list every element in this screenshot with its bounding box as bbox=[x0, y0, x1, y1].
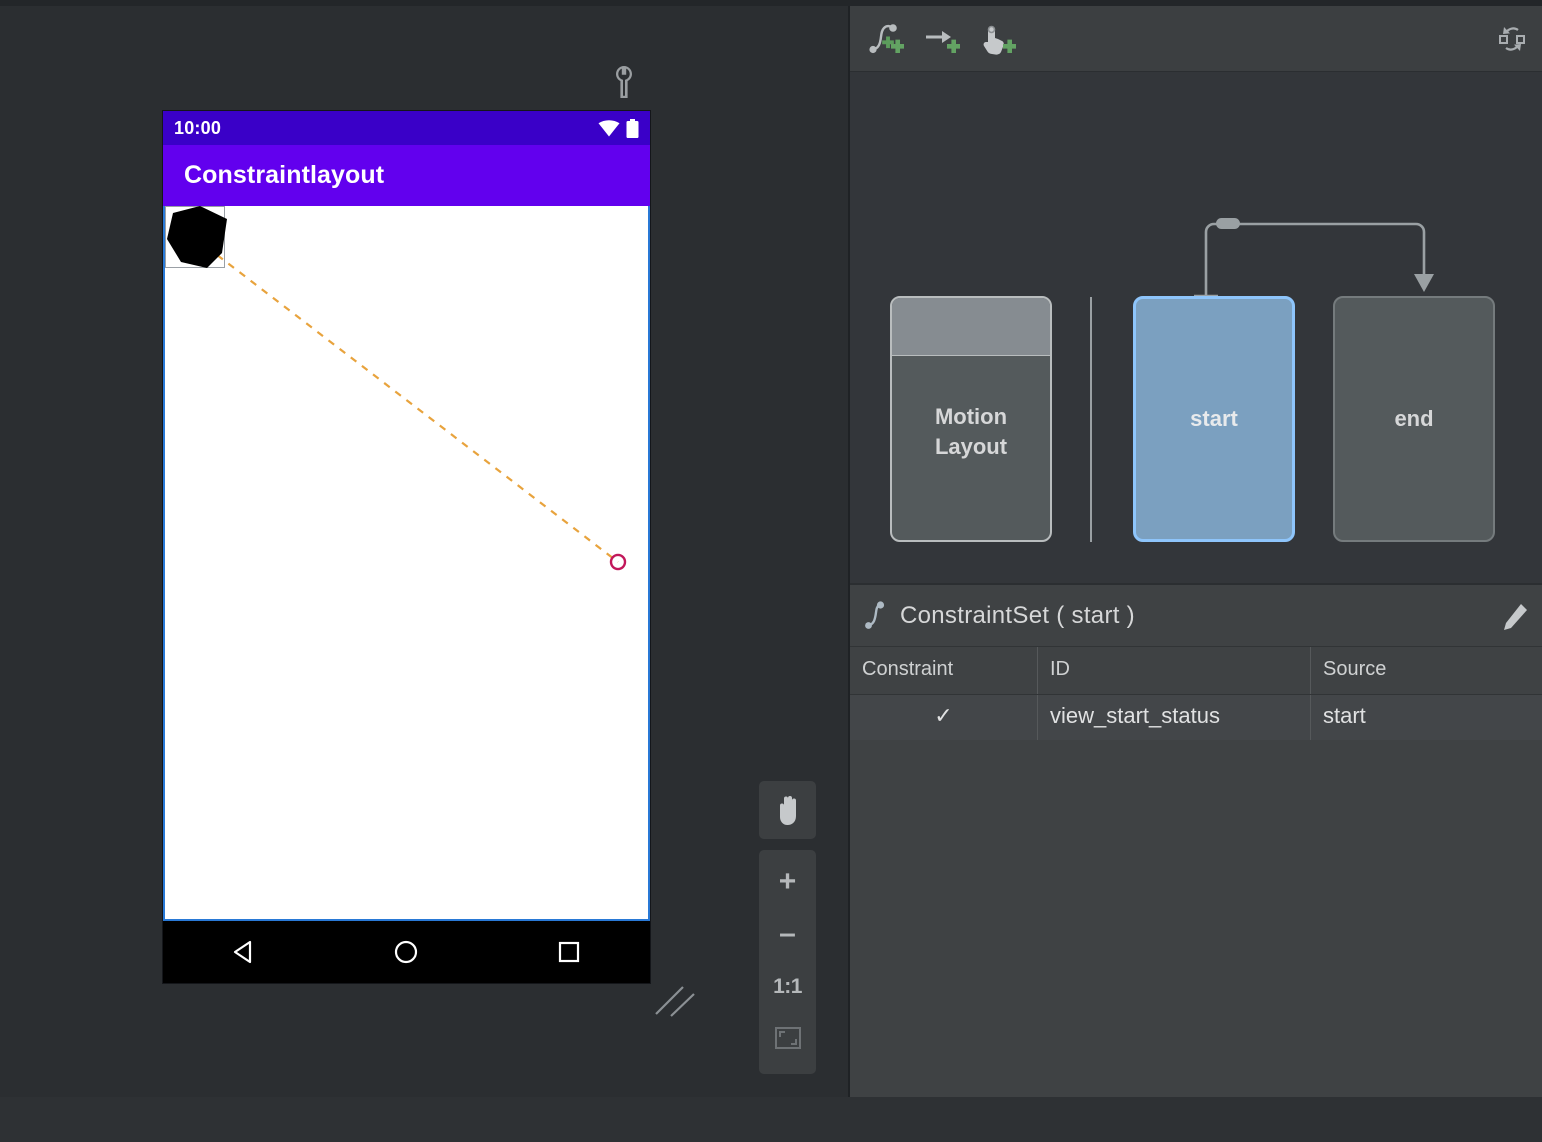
constraintset-panel: ConstraintSet ( start ) Constraint ID So… bbox=[850, 585, 1542, 1097]
cell-id[interactable]: view_start_status bbox=[1037, 694, 1311, 740]
battery-icon bbox=[626, 118, 639, 138]
cycle-icon[interactable] bbox=[1496, 24, 1528, 54]
overview-card-motionlayout[interactable]: Motion Layout bbox=[890, 296, 1052, 542]
motion-overview[interactable]: Motion Layout start end bbox=[850, 72, 1542, 584]
wifi-icon bbox=[598, 119, 620, 136]
actual-size-button[interactable]: 1:1 bbox=[759, 960, 816, 1012]
create-click-handler-icon[interactable] bbox=[980, 22, 1016, 56]
motion-path bbox=[187, 230, 627, 571]
app-bar-title: Constraintlayout bbox=[184, 161, 385, 189]
back-icon[interactable] bbox=[230, 938, 258, 966]
device-nav-bar bbox=[163, 921, 650, 983]
status-bar-icons bbox=[598, 118, 639, 138]
motionlayout-card-label: Motion Layout bbox=[935, 402, 1007, 461]
create-transition-icon[interactable] bbox=[924, 22, 960, 56]
home-icon[interactable] bbox=[392, 938, 420, 966]
zoom-to-fit-button[interactable] bbox=[759, 1012, 816, 1064]
status-bar-time: 10:00 bbox=[174, 117, 222, 138]
overview-card-end[interactable]: end bbox=[1333, 296, 1495, 542]
zoom-in-button[interactable]: + bbox=[759, 856, 816, 908]
transition-handle bbox=[1216, 218, 1240, 229]
design-surface[interactable]: 10:00 Constraintlayout + – 1:1 bbox=[0, 6, 848, 1097]
column-header-source[interactable]: Source bbox=[1310, 647, 1542, 695]
layout-canvas[interactable] bbox=[163, 206, 650, 921]
cell-source[interactable]: start bbox=[1310, 694, 1542, 740]
column-header-id[interactable]: ID bbox=[1037, 647, 1311, 695]
motion-editor-toolbar[interactable] bbox=[850, 6, 1542, 72]
constraintset-table: Constraint ID Source ✓ view_start_status… bbox=[850, 647, 1542, 740]
create-constraintset-icon[interactable] bbox=[868, 22, 904, 56]
overview-separator bbox=[1090, 297, 1092, 542]
pan-tool-button[interactable] bbox=[759, 781, 816, 839]
device-status-bar: 10:00 bbox=[163, 111, 650, 145]
motionlayout-card-header bbox=[892, 298, 1050, 356]
device-preview[interactable]: 10:00 Constraintlayout bbox=[163, 111, 650, 983]
motion-editor-panel: Motion Layout start end ConstraintSet ( … bbox=[850, 6, 1542, 1097]
window-bottom-strip bbox=[0, 1097, 1542, 1142]
motion-curve-icon bbox=[865, 600, 885, 629]
zoom-to-fit-icon bbox=[774, 1027, 801, 1049]
hand-pan-icon bbox=[779, 795, 796, 825]
device-app-bar: Constraintlayout bbox=[163, 145, 650, 206]
constraintset-header: ConstraintSet ( start ) bbox=[850, 585, 1542, 647]
android-studio-motion-editor: 10:00 Constraintlayout + – 1:1 Motion La… bbox=[0, 0, 1542, 1142]
table-header-row: Constraint ID Source bbox=[850, 647, 1542, 695]
constraintset-title: ConstraintSet ( start ) bbox=[900, 601, 1135, 629]
column-header-constraint[interactable]: Constraint bbox=[850, 647, 1038, 695]
zoom-controls[interactable]: + – 1:1 bbox=[759, 781, 816, 1074]
overview-card-start[interactable]: start bbox=[1133, 296, 1295, 542]
recents-icon[interactable] bbox=[555, 938, 583, 966]
zoom-out-button[interactable]: – bbox=[759, 908, 816, 960]
preview-resize-handle[interactable] bbox=[653, 981, 699, 1021]
table-row[interactable]: ✓ view_start_status start bbox=[850, 694, 1542, 740]
motionlayout-label-line2: Layout bbox=[934, 434, 1008, 459]
wrench-icon[interactable] bbox=[610, 66, 638, 98]
motionlayout-label-line1: Motion bbox=[934, 404, 1008, 430]
black-polygon-widget[interactable] bbox=[164, 206, 234, 276]
cell-constraint-check[interactable]: ✓ bbox=[850, 694, 1038, 740]
pencil-icon[interactable] bbox=[1502, 603, 1528, 631]
zoom-button-stack[interactable]: + – 1:1 bbox=[759, 850, 816, 1074]
